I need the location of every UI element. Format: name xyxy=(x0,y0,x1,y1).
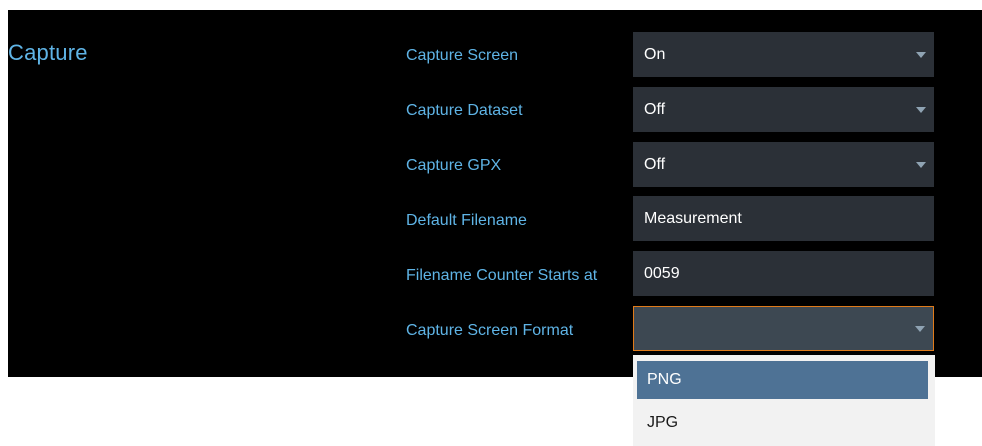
format-options-list: PNG JPG xyxy=(633,355,935,446)
format-option-jpg[interactable]: JPG xyxy=(637,404,928,442)
capture-dataset-dropdown[interactable]: Off xyxy=(633,87,934,132)
chevron-down-icon xyxy=(916,162,926,168)
capture-screen-label: Capture Screen xyxy=(406,47,519,64)
capture-gpx-dropdown[interactable]: Off xyxy=(633,142,934,187)
capture-dataset-label: Capture Dataset xyxy=(406,102,523,119)
capture-screen-value: On xyxy=(644,46,666,63)
filename-counter-label: Filename Counter Starts at xyxy=(406,267,598,284)
default-filename-value: Measurement xyxy=(644,210,742,227)
chevron-down-icon xyxy=(916,52,926,58)
capture-gpx-label: Capture GPX xyxy=(406,157,502,174)
capture-dataset-value: Off xyxy=(644,101,666,118)
default-filename-label: Default Filename xyxy=(406,212,527,229)
chevron-down-icon xyxy=(916,107,926,113)
chevron-down-icon xyxy=(915,326,925,332)
default-filename-field[interactable]: Measurement xyxy=(633,196,934,241)
capture-screen-dropdown[interactable]: On xyxy=(633,32,934,77)
format-option-png[interactable]: PNG xyxy=(637,361,928,399)
capture-settings-panel: Capture Capture Screen On Capture Datase… xyxy=(8,10,982,377)
capture-gpx-value: Off xyxy=(644,156,666,173)
filename-counter-field[interactable]: 0059 xyxy=(633,251,934,296)
section-title: Capture xyxy=(8,40,88,65)
filename-counter-value: 0059 xyxy=(644,265,680,282)
capture-screen-format-dropdown[interactable] xyxy=(633,306,934,351)
capture-screen-format-label: Capture Screen Format xyxy=(406,322,574,339)
